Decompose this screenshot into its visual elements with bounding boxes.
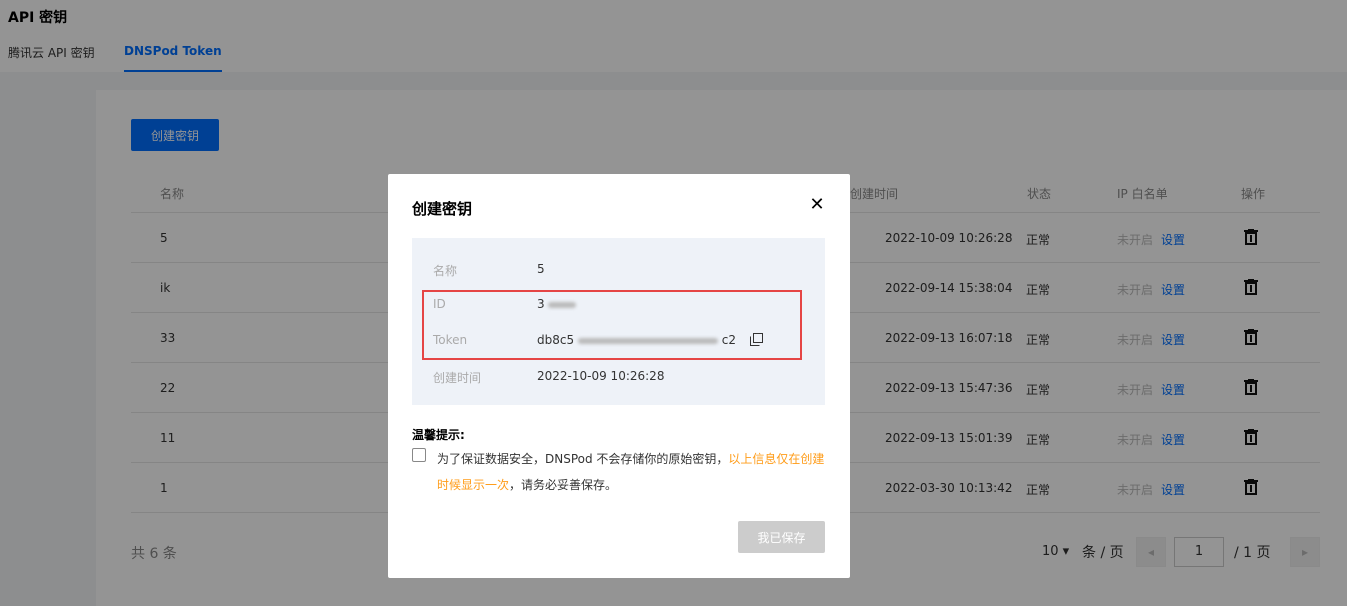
token-value-start: db8c5: [537, 333, 575, 347]
tips-main: 为了保证数据安全，DNSPod 不会存储你的原始密钥，: [437, 452, 729, 466]
tips-text: 为了保证数据安全，DNSPod 不会存储你的原始密钥，以上信息仅在创建时候显示一…: [437, 446, 827, 498]
id-label: ID: [433, 297, 446, 311]
create-key-dialog: 创建密钥 ✕ 名称 5 ID 3 Token db8c5 c2 创建时间 202…: [388, 174, 850, 578]
tips-title: 温馨提示:: [412, 428, 465, 442]
highlight-box: [422, 290, 802, 360]
copy-icon[interactable]: [750, 333, 763, 346]
saved-confirm-button[interactable]: 我已保存: [738, 521, 825, 553]
created-value: 2022-10-09 10:26:28: [537, 369, 665, 383]
key-info-panel: 名称 5 ID 3 Token db8c5 c2 创建时间 2022-10-09…: [412, 238, 825, 405]
tips-tail: ，请务必妥善保存。: [509, 478, 618, 492]
id-redacted: [548, 301, 577, 308]
token-value-end: c2: [721, 333, 736, 347]
created-label: 创建时间: [433, 371, 482, 385]
name-value: 5: [537, 262, 545, 276]
id-value-visible: 3: [537, 297, 545, 311]
token-label: Token: [433, 333, 468, 347]
confirm-checkbox[interactable]: [412, 448, 426, 462]
token-redacted: [577, 337, 718, 344]
id-value: 3: [537, 297, 577, 311]
dialog-title: 创建密钥: [412, 200, 473, 218]
close-icon[interactable]: ✕: [806, 194, 828, 216]
token-value: db8c5 c2: [537, 333, 736, 347]
name-label: 名称: [433, 264, 458, 278]
